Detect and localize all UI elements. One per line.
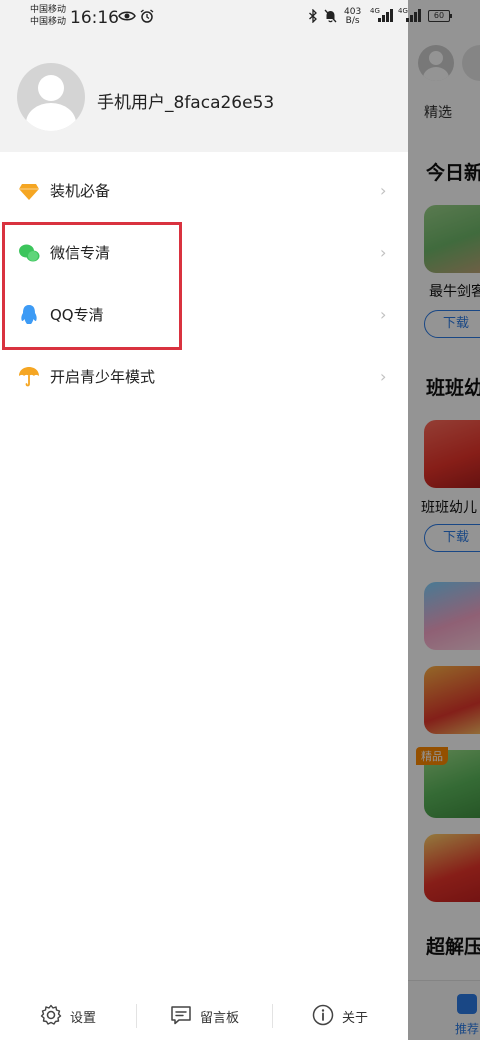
menu-item-label: 装机必备 xyxy=(50,182,111,200)
chevron-right-icon: › xyxy=(380,243,387,262)
about-label: 关于 xyxy=(342,1011,369,1026)
diamond-icon xyxy=(19,184,39,200)
about-button[interactable]: 关于 xyxy=(302,988,402,1040)
gear-icon xyxy=(40,1004,62,1025)
message-board-icon xyxy=(171,1006,191,1025)
status-time: 16:16 xyxy=(70,8,119,28)
chevron-right-icon: › xyxy=(380,305,387,324)
carrier-1-label: 中国移动 xyxy=(30,5,67,15)
network-speed-unit: B/s xyxy=(345,16,360,26)
message-board-label: 留言板 xyxy=(200,1011,240,1026)
footer-divider xyxy=(272,1004,273,1028)
umbrella-icon xyxy=(19,367,39,387)
status-bar: 中国移动 中国移动 16:16 403 B/s 4G 4G 60 xyxy=(0,0,480,30)
eye-icon xyxy=(118,11,136,21)
settings-button[interactable]: 设置 xyxy=(30,988,130,1040)
signal-2-icon: 4G xyxy=(398,7,421,22)
battery-icon: 60 xyxy=(428,10,452,22)
info-icon xyxy=(312,1004,334,1026)
chevron-right-icon: › xyxy=(380,181,387,200)
message-board-button[interactable]: 留言板 xyxy=(160,988,270,1040)
network-speed: 403 B/s xyxy=(344,8,361,26)
menu-item-essential-apps[interactable]: 装机必备 › xyxy=(0,160,408,222)
menu-item-teen-mode[interactable]: 开启青少年模式 › xyxy=(0,346,408,408)
settings-label: 设置 xyxy=(70,1011,97,1026)
alarm-clock-icon xyxy=(140,9,154,23)
chevron-right-icon: › xyxy=(380,367,387,386)
user-name[interactable]: 手机用户_8faca26e53 xyxy=(97,88,274,113)
highlight-annotation-box xyxy=(2,222,182,350)
side-drawer: 手机用户_8faca26e53 装机必备 › 微信专清 › QQ专清 › 开启青… xyxy=(0,0,408,1040)
footer-divider xyxy=(136,1004,137,1028)
menu-item-label: 开启青少年模式 xyxy=(50,368,156,386)
mute-bell-icon xyxy=(324,9,337,23)
signal-2-type: 4G xyxy=(398,7,408,15)
user-avatar[interactable] xyxy=(17,63,85,131)
drawer-footer: 设置 留言板 关于 xyxy=(0,988,408,1040)
carrier-2-label: 中国移动 xyxy=(30,17,67,27)
signal-1-type: 4G xyxy=(370,7,380,15)
bluetooth-icon xyxy=(309,9,317,23)
signal-1-icon: 4G xyxy=(370,7,393,22)
